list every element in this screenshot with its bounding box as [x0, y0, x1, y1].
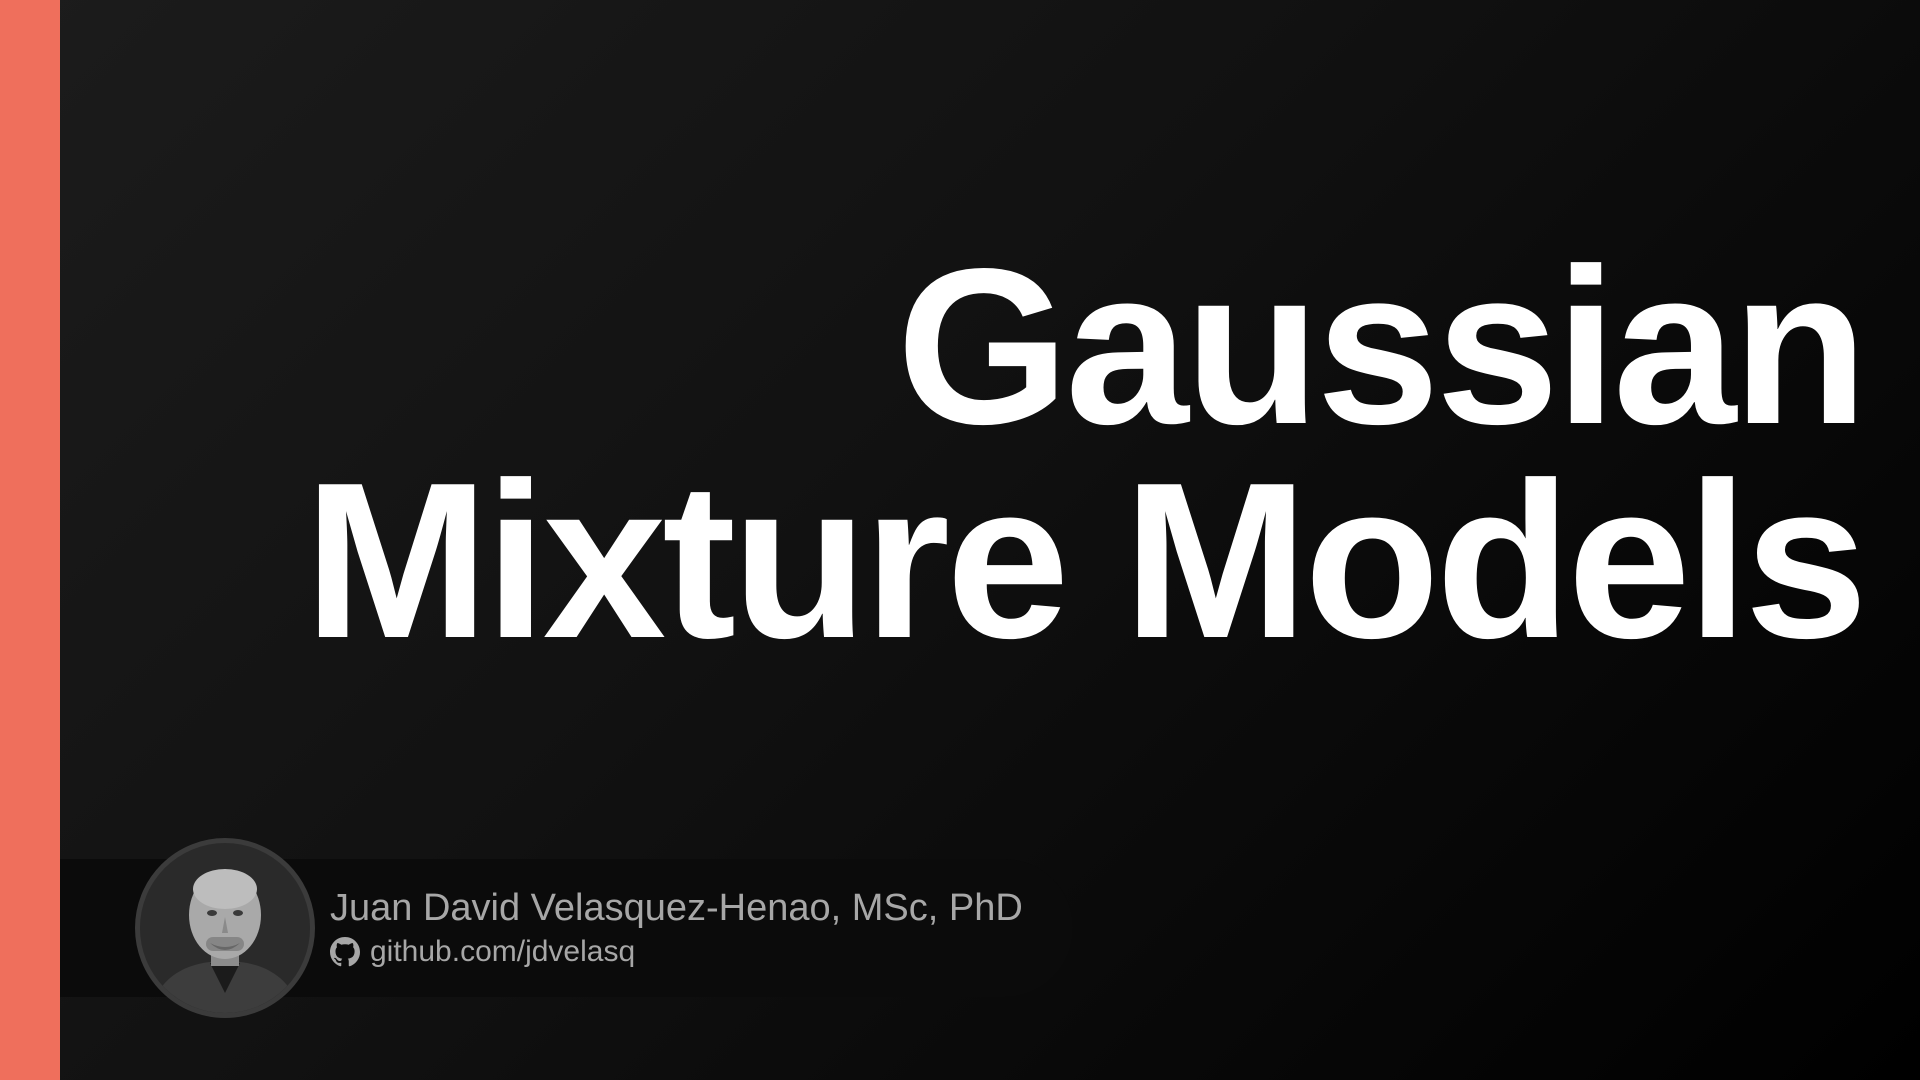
slide-title: Gaussian Mixture Models: [304, 223, 1868, 685]
title-line-1: Gaussian: [896, 223, 1868, 471]
author-name: Juan David Velasquez-Henao, MSc, PhD: [330, 887, 1023, 929]
github-icon: [330, 937, 360, 967]
author-avatar: [135, 838, 315, 1018]
github-link[interactable]: github.com/jdvelasq: [370, 934, 635, 970]
accent-bar: [0, 0, 60, 1080]
title-line-2: Mixture Models: [304, 437, 1868, 685]
author-photo: [140, 843, 310, 1013]
title-slide: Gaussian Mixture Models Juan David Velas…: [0, 0, 1920, 1080]
github-row: github.com/jdvelasq: [330, 934, 635, 970]
